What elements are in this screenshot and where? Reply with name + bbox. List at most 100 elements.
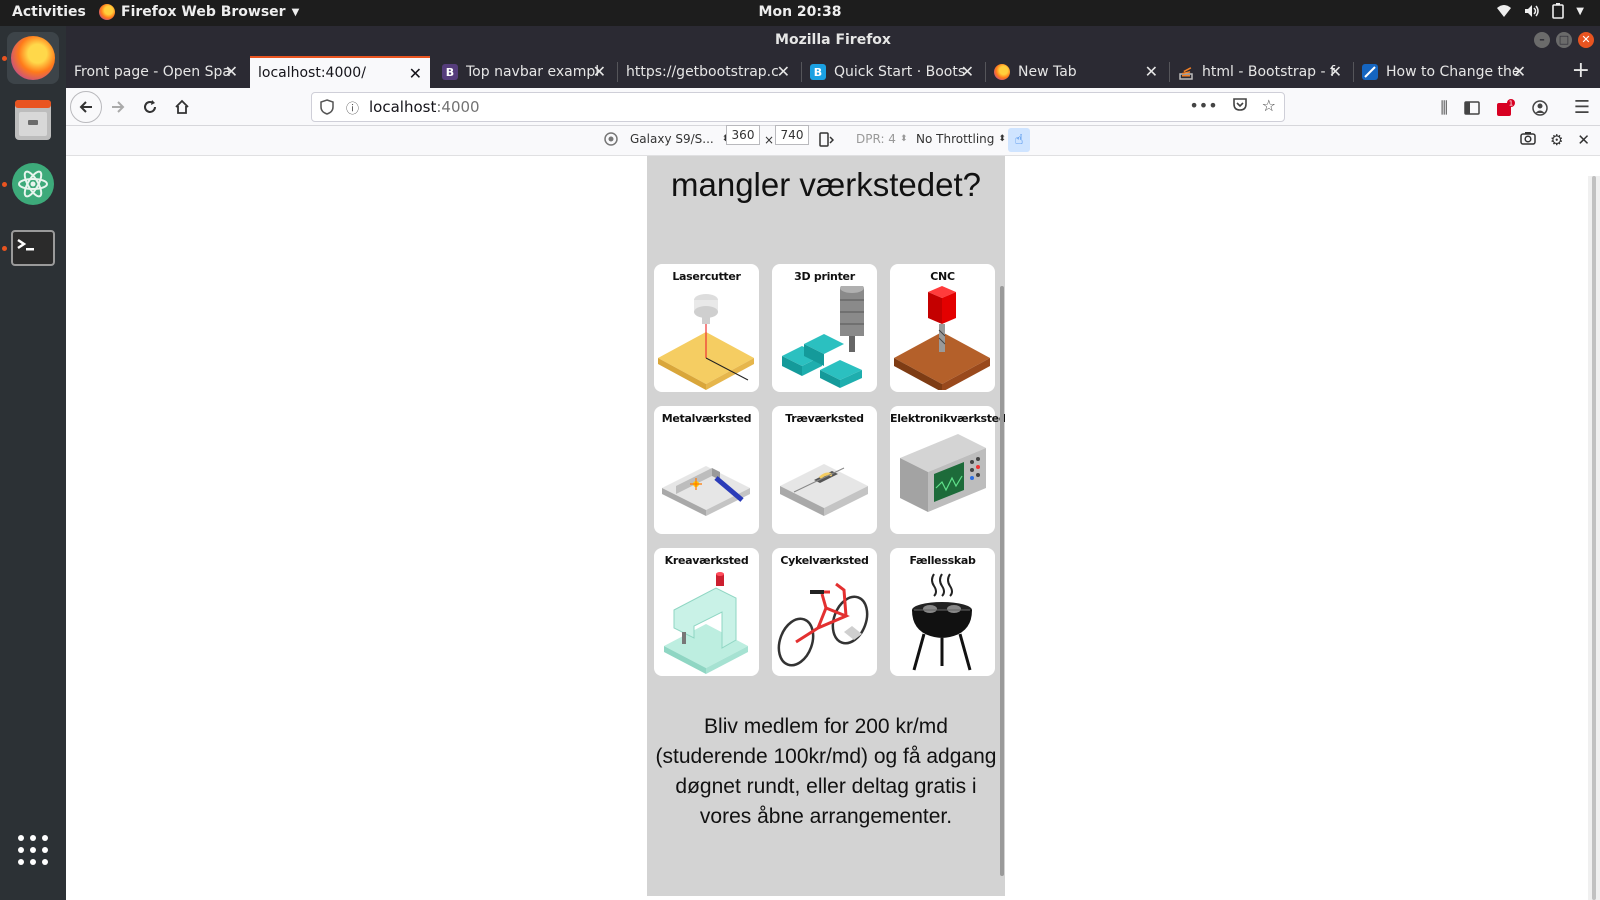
- forward-button[interactable]: [102, 91, 134, 123]
- card-3d-printer[interactable]: 3D printer: [772, 264, 877, 392]
- oscilloscope-icon: [900, 434, 986, 512]
- close-tab-icon[interactable]: ✕: [1145, 62, 1158, 81]
- page-actions-icon[interactable]: •••: [1189, 96, 1217, 115]
- close-tab-icon[interactable]: ✕: [409, 64, 422, 83]
- tab-title: localhost:4000/: [258, 65, 366, 81]
- card-label: Kreaværksted: [664, 554, 749, 567]
- dpr-selector[interactable]: DPR: 4 ⬍: [856, 132, 907, 146]
- card-metalvaerksted[interactable]: Metalværksted: [654, 406, 759, 534]
- viewport-area: mangler værkstedet? Lasercutter 3D print…: [66, 156, 1600, 900]
- system-tray[interactable]: ▼: [1496, 3, 1584, 19]
- arrow-right-icon: [112, 101, 125, 113]
- system-top-bar: Activities Firefox Web Browser ▼ Mon 20:…: [0, 0, 1600, 26]
- card-faellesskab[interactable]: Fællesskab: [890, 548, 995, 676]
- card-label: Lasercutter: [672, 270, 741, 283]
- throttling-selector[interactable]: No Throttling ⬍: [916, 132, 1006, 146]
- card-label: Træværksted: [785, 412, 864, 425]
- minimize-button[interactable]: –: [1534, 32, 1550, 48]
- show-applications-button[interactable]: [7, 824, 59, 876]
- tab-strip: Front page - Open Spa ✕ localhost:4000/ …: [66, 54, 1600, 88]
- dock-firefox[interactable]: [7, 32, 59, 84]
- library-icon[interactable]: ⫼: [1440, 98, 1447, 118]
- card-label: Metalværksted: [661, 412, 752, 425]
- tab-how-to-change[interactable]: How to Change the ✕: [1354, 56, 1534, 88]
- sewing-machine-icon: [664, 572, 748, 674]
- tab-localhost[interactable]: localhost:4000/ ✕: [250, 56, 430, 88]
- sidebar-icon[interactable]: [1464, 100, 1480, 115]
- firefox-icon: [11, 36, 55, 80]
- card-cykelvaerksted[interactable]: Cykelværksted: [772, 548, 877, 676]
- close-tab-icon[interactable]: ✕: [225, 62, 238, 81]
- close-tab-icon[interactable]: ✕: [1329, 62, 1342, 81]
- viewport-height-input[interactable]: 740: [775, 125, 809, 145]
- card-elektronikvaerksted[interactable]: Elektronikværksted: [890, 406, 1005, 534]
- device-name: Galaxy S9/S...: [630, 132, 714, 146]
- firefox-icon: [994, 64, 1010, 80]
- tab-top-navbar[interactable]: B Top navbar exampl ✕: [434, 56, 614, 88]
- file-manager-icon: [15, 100, 51, 140]
- url-bar[interactable]: ⓘ localhost:4000 ••• ☆: [311, 92, 1285, 122]
- rotate-viewport-icon[interactable]: [818, 132, 834, 148]
- back-button[interactable]: [70, 91, 102, 123]
- window-scrollbar[interactable]: [1588, 176, 1600, 900]
- reload-button[interactable]: [134, 91, 166, 123]
- tab-title: https://getbootstrap.c: [626, 64, 779, 80]
- close-window-button[interactable]: ✕: [1578, 32, 1594, 48]
- close-tab-icon[interactable]: ✕: [961, 62, 974, 81]
- close-tab-icon[interactable]: ✕: [1513, 62, 1526, 81]
- activities-button[interactable]: Activities: [12, 4, 86, 20]
- tab-front-page[interactable]: Front page - Open Spa ✕: [66, 56, 246, 88]
- tracking-protection-icon[interactable]: [320, 99, 334, 115]
- viewport-scrollbar[interactable]: [1000, 286, 1004, 876]
- dock-terminal[interactable]: [7, 222, 59, 274]
- svg-text:1: 1: [1509, 99, 1513, 107]
- viewport-width-input[interactable]: 360: [726, 125, 760, 145]
- settings-gear-icon[interactable]: ⚙: [1550, 131, 1563, 149]
- new-tab-button[interactable]: +: [1572, 58, 1590, 83]
- tab-title: New Tab: [1018, 64, 1077, 80]
- home-button[interactable]: [166, 91, 198, 123]
- reload-icon: [144, 100, 156, 113]
- card-traevaerksted[interactable]: Træværksted: [772, 406, 877, 534]
- app-menu[interactable]: Firefox Web Browser ▼: [99, 4, 299, 20]
- tab-new-tab[interactable]: New Tab ✕: [986, 56, 1166, 88]
- volume-icon: [1525, 5, 1540, 17]
- atom-editor-icon: [12, 163, 54, 205]
- tab-quick-start[interactable]: B Quick Start · Boots ✕: [802, 56, 982, 88]
- running-indicator: [2, 56, 7, 61]
- device-selector[interactable]: Galaxy S9/S... ⬍: [604, 132, 729, 146]
- dock-files[interactable]: [7, 94, 59, 146]
- tab-stackoverflow[interactable]: html - Bootstrap - f ✕: [1170, 56, 1350, 88]
- bicycle-icon: [777, 582, 869, 667]
- tab-title: Top navbar exampl: [466, 64, 600, 80]
- table-saw-icon: [780, 464, 868, 516]
- screenshot-icon[interactable]: [1520, 131, 1536, 145]
- tab-getbootstrap[interactable]: https://getbootstrap.c ✕: [618, 56, 798, 88]
- 3d-printer-icon: [782, 286, 864, 388]
- card-cnc[interactable]: CNC: [890, 264, 995, 392]
- battery-icon: [1552, 3, 1565, 19]
- url-text: localhost:4000: [369, 98, 480, 116]
- touch-simulation-button[interactable]: ☝: [1008, 128, 1030, 152]
- site-info-icon[interactable]: ⓘ: [346, 98, 359, 117]
- card-kreavaerksted[interactable]: Kreaværksted: [654, 548, 759, 676]
- extension-badge-icon[interactable]: 1: [1496, 98, 1516, 117]
- dock-atom[interactable]: [7, 158, 59, 210]
- card-lasercutter[interactable]: Lasercutter: [654, 264, 759, 392]
- cnc-icon: [894, 286, 990, 390]
- close-tab-icon[interactable]: ✕: [593, 62, 606, 81]
- hamburger-menu-icon[interactable]: ☰: [1574, 97, 1590, 118]
- bookmark-star-icon[interactable]: ☆: [1262, 96, 1276, 115]
- account-icon[interactable]: [1532, 99, 1548, 116]
- card-label: 3D printer: [794, 270, 855, 283]
- close-rdm-icon[interactable]: ✕: [1577, 131, 1590, 149]
- tab-title: html - Bootstrap - f: [1202, 64, 1335, 80]
- maximize-button[interactable]: □: [1556, 32, 1572, 48]
- chevron-down-icon: ▼: [1576, 5, 1584, 17]
- pocket-icon[interactable]: [1232, 96, 1248, 112]
- tab-title: Quick Start · Boots: [834, 64, 966, 80]
- clock[interactable]: Mon 20:38: [759, 4, 842, 20]
- site-favicon-icon: [1362, 64, 1378, 80]
- mobile-viewport[interactable]: mangler værkstedet? Lasercutter 3D print…: [647, 156, 1005, 896]
- close-tab-icon[interactable]: ✕: [777, 62, 790, 81]
